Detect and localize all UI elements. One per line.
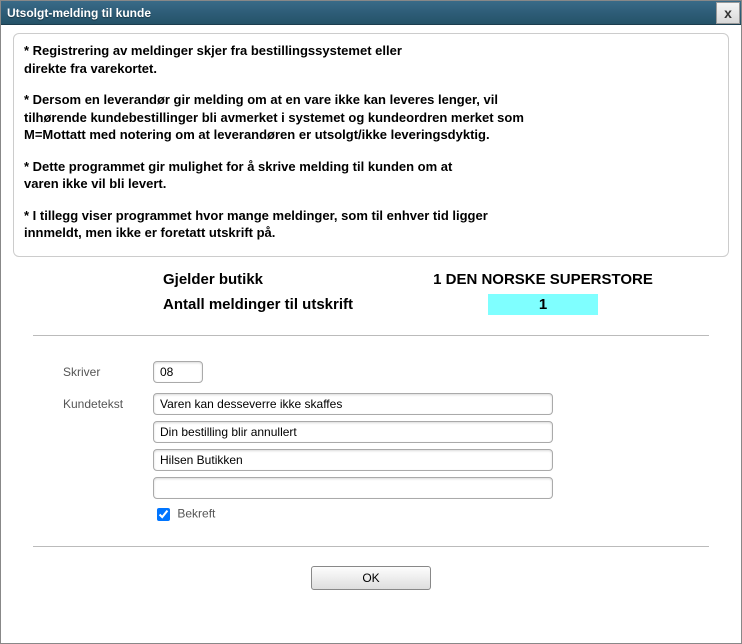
count-value: 1 [488, 294, 598, 315]
close-icon: x [724, 5, 732, 21]
info-line: innmeldt, men ikke er foretatt utskrift … [24, 224, 718, 242]
info-line: * Dersom en leverandør gir melding om at… [24, 91, 718, 109]
content-area: * Registrering av meldinger skjer fra be… [1, 25, 741, 604]
form-area: Skriver Kundetekst Bekreft [13, 341, 729, 542]
info-line: * Dette programmet gir mulighet for å sk… [24, 158, 718, 176]
close-button[interactable]: x [716, 2, 740, 24]
count-label: Antall meldinger til utskrift [163, 296, 413, 313]
button-row: OK [13, 552, 729, 604]
status-area: Gjelder butikk 1 DEN NORSKE SUPERSTORE A… [13, 271, 729, 331]
titlebar: Utsolgt-melding til kunde x [1, 1, 741, 25]
info-line: direkte fra varekortet. [24, 60, 718, 78]
customer-text-line1[interactable] [153, 393, 553, 415]
dialog-window: Utsolgt-melding til kunde x * Registreri… [0, 0, 742, 644]
shop-value: 1 DEN NORSKE SUPERSTORE [413, 271, 673, 288]
customer-text-label: Kundetekst [43, 393, 153, 524]
customer-text-line4[interactable] [153, 477, 553, 499]
printer-label: Skriver [43, 361, 153, 383]
info-box: * Registrering av meldinger skjer fra be… [13, 33, 729, 257]
printer-input[interactable] [153, 361, 203, 383]
info-line: * Registrering av meldinger skjer fra be… [24, 42, 718, 60]
shop-label: Gjelder butikk [163, 271, 413, 288]
customer-text-line2[interactable] [153, 421, 553, 443]
info-line: * I tillegg viser programmet hvor mange … [24, 207, 718, 225]
ok-button[interactable]: OK [311, 566, 431, 590]
info-line: tilhørende kundebestillinger bli avmerke… [24, 109, 718, 127]
confirm-label: Bekreft [177, 507, 215, 521]
confirm-checkbox[interactable] [157, 508, 170, 521]
customer-text-line3[interactable] [153, 449, 553, 471]
window-title: Utsolgt-melding til kunde [7, 6, 151, 20]
info-line: M=Mottatt med notering om at leverandøre… [24, 126, 718, 144]
confirm-row: Bekreft [153, 505, 699, 524]
separator [33, 546, 709, 548]
info-line: varen ikke vil bli levert. [24, 175, 718, 193]
separator [33, 335, 709, 337]
